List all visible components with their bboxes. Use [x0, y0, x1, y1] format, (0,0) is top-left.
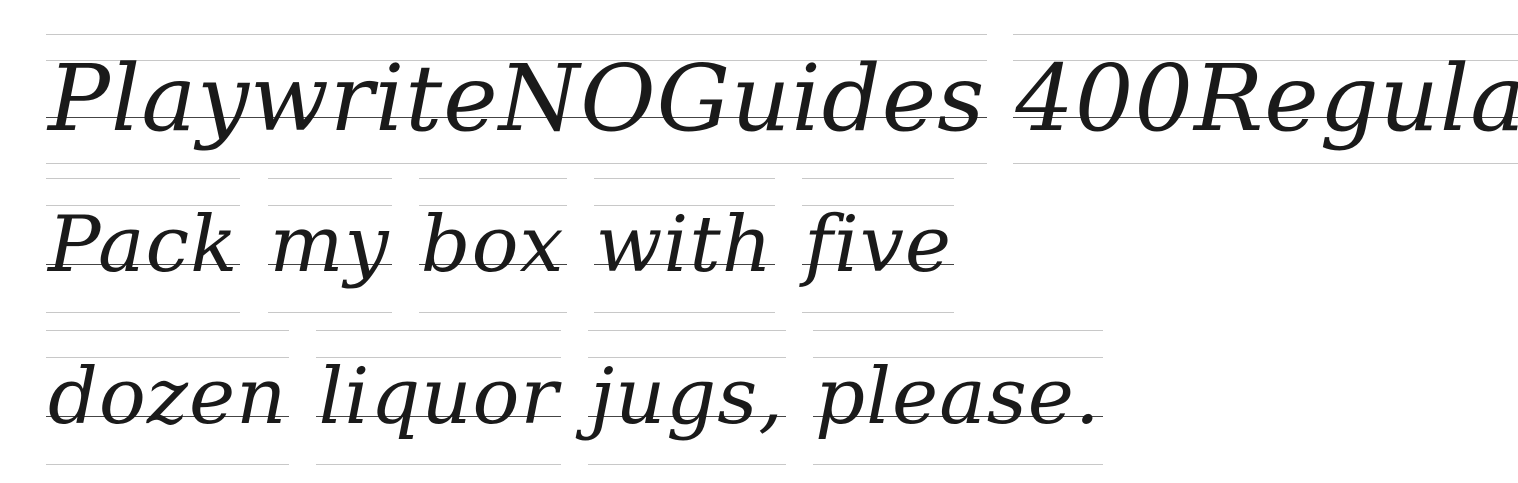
title-word: PlaywriteNOGuides — [46, 34, 988, 164]
specimen-title-line: PlaywriteNOGuides 400Regular — [46, 34, 1518, 164]
pangram-line-2: dozen liquor jugs, please. — [46, 330, 1125, 465]
pangram-word: box — [418, 178, 567, 313]
pangram-word: five — [802, 178, 955, 313]
pangram-line-1: Pack my box with five — [46, 178, 976, 313]
pangram-word: liquor — [316, 330, 562, 465]
pangram-word: jugs, — [587, 330, 787, 465]
title-word: 400Regular — [1013, 34, 1518, 164]
pangram-word: please. — [813, 330, 1103, 465]
pangram-word: dozen — [46, 330, 290, 465]
pangram-word: my — [267, 178, 392, 313]
pangram-word: with — [593, 178, 776, 313]
font-specimen-page: { "specimen": { "title_words": ["Playwri… — [0, 0, 1518, 483]
pangram-word: Pack — [46, 178, 241, 313]
